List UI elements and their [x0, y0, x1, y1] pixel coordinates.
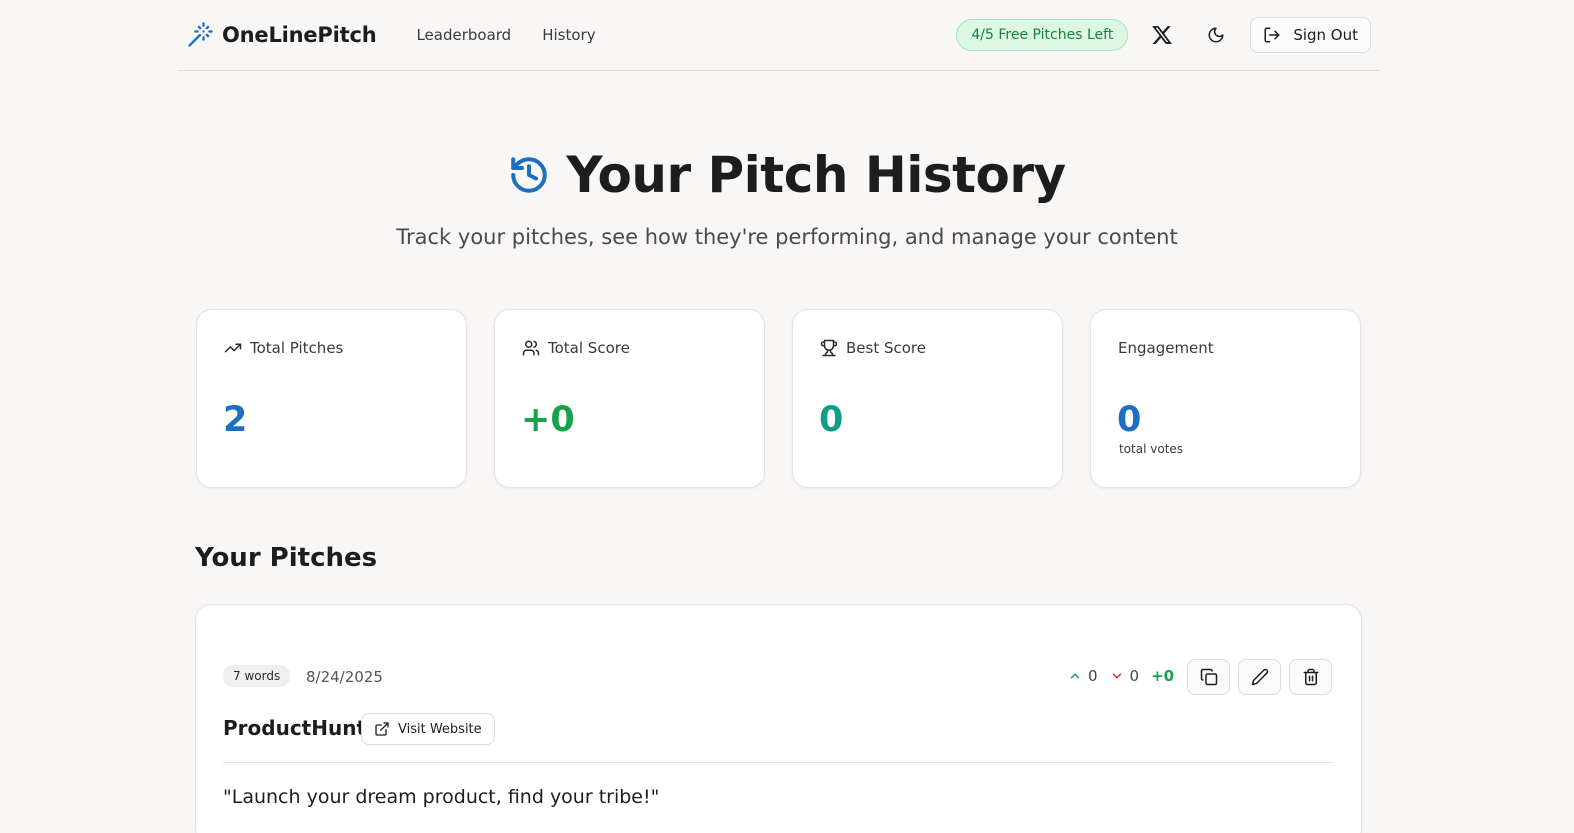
trash-icon: [1303, 668, 1318, 686]
external-link-icon: [375, 722, 389, 736]
header-actions: 4/5 Free Pitches Left Sign Out: [956, 15, 1371, 55]
brand-logo[interactable]: OneLinePitch: [186, 21, 377, 49]
theme-toggle-button[interactable]: [1196, 15, 1236, 55]
pitches-section-title: Your Pitches: [195, 543, 378, 573]
pitch-text: "Launch your dream product, find your tr…: [223, 786, 660, 808]
nav-leaderboard[interactable]: Leaderboard: [416, 26, 511, 44]
visit-website-button[interactable]: Visit Website: [361, 713, 495, 745]
stat-card-total-pitches: Total Pitches 2: [196, 309, 467, 488]
x-link-button[interactable]: [1142, 15, 1182, 55]
pitch-date: 8/24/2025: [306, 668, 383, 686]
stat-card-best-score: Best Score 0: [792, 309, 1063, 488]
net-score: +0: [1151, 667, 1175, 685]
copy-icon: [1200, 668, 1217, 686]
chevron-up-icon: [1070, 673, 1080, 679]
moon-icon: [1208, 27, 1224, 43]
upvote-count: 0: [1088, 667, 1098, 685]
stat-label-text: Total Score: [548, 339, 630, 357]
sign-out-button[interactable]: Sign Out: [1250, 17, 1371, 53]
vote-summary: 0 0 +0: [1068, 667, 1174, 685]
edit-button[interactable]: [1238, 659, 1281, 695]
log-out-icon: [1264, 27, 1280, 43]
stat-label-text: Total Pitches: [250, 339, 344, 357]
top-navbar: OneLinePitch Leaderboard History 4/5 Fre…: [178, 0, 1380, 71]
free-pitches-badge: 4/5 Free Pitches Left: [956, 19, 1129, 51]
pitch-actions: [1187, 659, 1340, 695]
x-logo-icon: [1152, 26, 1173, 44]
stat-value: 2: [223, 400, 248, 440]
page-title: Your Pitch History: [0, 146, 1574, 204]
nav-history[interactable]: History: [542, 26, 595, 44]
stat-label: Engagement: [1118, 339, 1214, 357]
sign-out-label: Sign Out: [1293, 26, 1358, 44]
stat-value: 0: [819, 400, 844, 440]
pitch-product-name: ProductHunt: [223, 716, 367, 740]
stat-label: Best Score: [820, 339, 926, 357]
stat-card-engagement: Engagement 0 total votes: [1090, 309, 1361, 488]
stat-label-text: Best Score: [846, 339, 926, 357]
page-subtitle: Track your pitches, see how they're perf…: [396, 225, 1178, 249]
stat-value: +0: [521, 400, 575, 440]
downvote-count: 0: [1129, 667, 1140, 685]
trending-up-icon: [224, 343, 242, 353]
pencil-icon: [1251, 668, 1268, 686]
word-count-badge: 7 words: [223, 665, 291, 687]
stat-card-total-score: Total Score +0: [494, 309, 765, 488]
divider: [223, 762, 1334, 763]
history-icon: [511, 157, 548, 193]
delete-button[interactable]: [1289, 659, 1332, 695]
brand-name: OneLinePitch: [222, 23, 377, 47]
page-title-text: Your Pitch History: [566, 146, 1066, 204]
chevron-down-icon: [1112, 673, 1121, 679]
stat-label: Total Pitches: [224, 339, 343, 357]
magic-wand-icon: [188, 22, 213, 47]
stat-label: Total Score: [522, 339, 630, 357]
stat-note: total votes: [1119, 442, 1184, 456]
users-icon: [522, 340, 540, 356]
stats-row: Total Pitches 2 Total Score +0 Best Scor…: [196, 309, 1388, 488]
trophy-icon: [820, 339, 838, 357]
pitch-card: 7 words 8/24/2025 0 0 +0 ProductHunt Vis…: [195, 604, 1362, 833]
main-nav: Leaderboard History: [416, 26, 626, 44]
stat-value: 0: [1117, 400, 1142, 440]
copy-button[interactable]: [1187, 659, 1230, 695]
stat-label-text: Engagement: [1118, 339, 1214, 357]
visit-website-label: Visit Website: [398, 721, 482, 737]
